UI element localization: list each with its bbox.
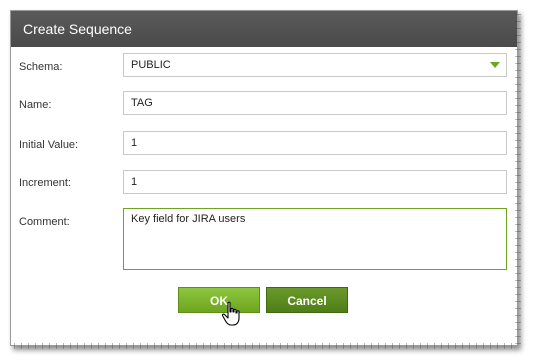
increment-input[interactable]: 1: [123, 170, 507, 194]
initial-value-label: Initial Value:: [19, 139, 79, 151]
dialog-edge-bottom: [11, 343, 517, 349]
dialog-edge-right: [515, 11, 521, 345]
name-label: Name:: [19, 99, 52, 111]
schema-label: Schema:: [19, 61, 63, 73]
create-sequence-dialog: Create Sequence Schema: PUBLIC Name: TAG…: [10, 10, 521, 349]
initial-value-input[interactable]: 1: [123, 131, 507, 155]
schema-select-value: PUBLIC: [131, 59, 171, 71]
increment-label: Increment:: [19, 177, 71, 189]
schema-select[interactable]: PUBLIC: [123, 53, 507, 77]
comment-label: Comment:: [19, 216, 70, 228]
comment-textarea[interactable]: Key field for JIRA users: [123, 208, 507, 270]
name-input[interactable]: TAG: [123, 91, 507, 115]
dialog-title: Create Sequence: [11, 11, 517, 47]
cancel-button[interactable]: Cancel: [266, 287, 348, 313]
hand-pointer-icon: [221, 301, 240, 326]
ok-button[interactable]: OK: [178, 287, 260, 313]
chevron-down-icon[interactable]: [490, 62, 500, 68]
